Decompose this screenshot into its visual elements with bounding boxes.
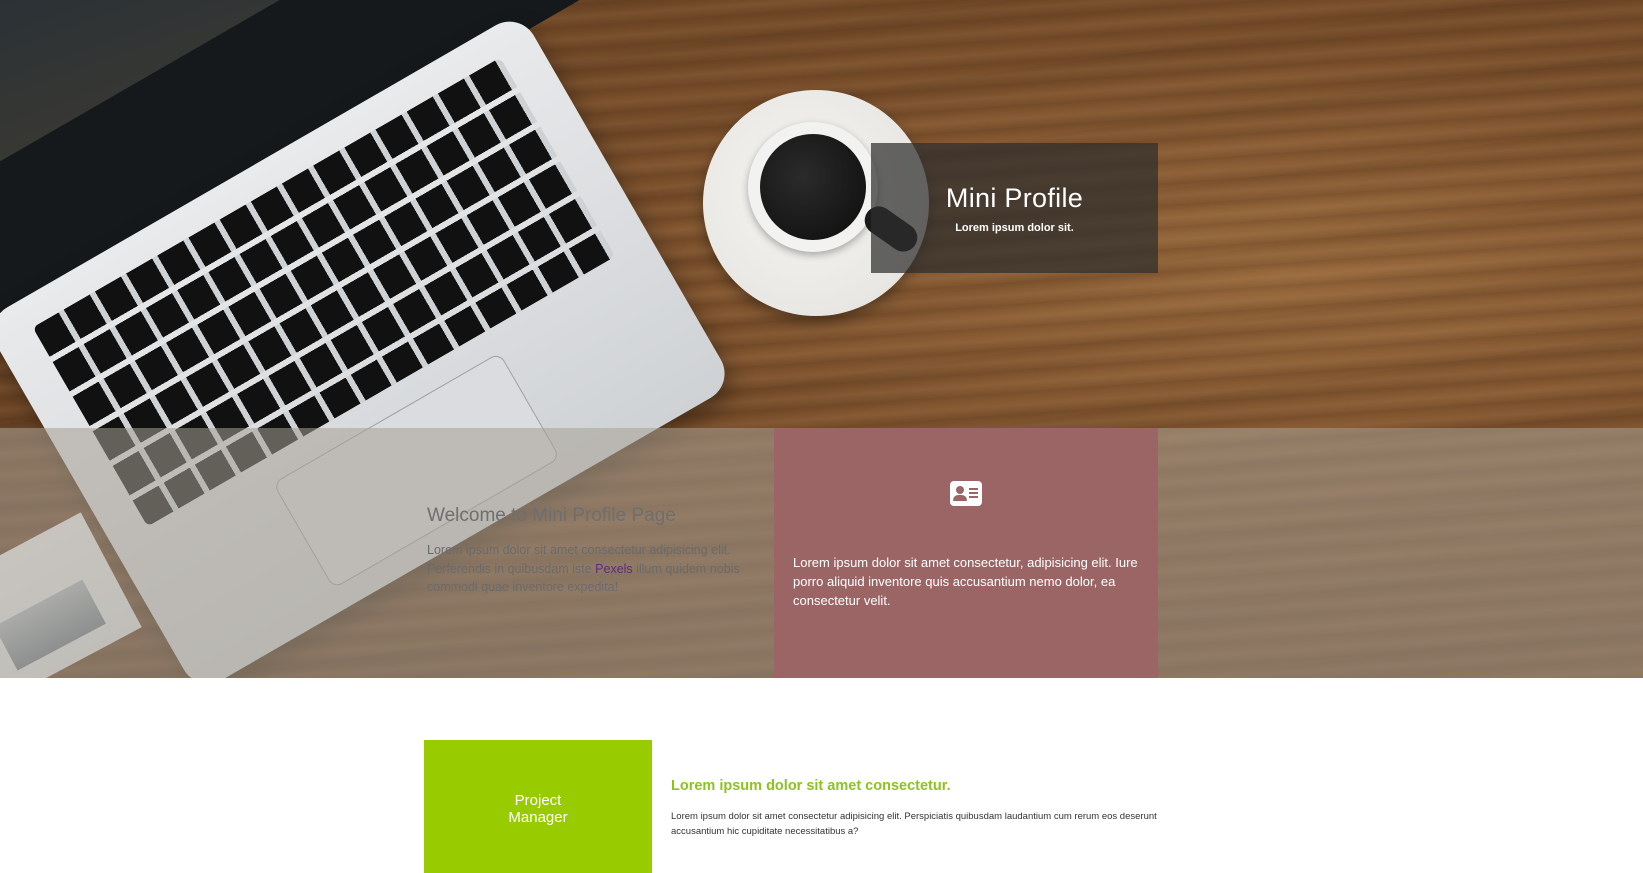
- welcome-heading: Welcome to Mini Profile Page: [427, 505, 676, 526]
- info-card-text: Lorem ipsum dolor sit amet consectetur, …: [793, 555, 1138, 608]
- coffee-liquid: [760, 134, 866, 240]
- role-line-2: Manager: [508, 809, 568, 826]
- welcome-text: Lorem ipsum dolor sit amet consectetur a…: [427, 541, 767, 597]
- page-title: Mini Profile: [945, 183, 1084, 213]
- profile-title-box: Mini Profile Lorem ipsum dolor sit.: [871, 143, 1158, 273]
- id-card-icon: [950, 481, 982, 506]
- welcome-section: Welcome to Mini Profile Page Lorem ipsum…: [427, 505, 767, 597]
- role-label: Project Manager: [424, 792, 652, 826]
- intro-text: Lorem ipsum dolor sit amet consectetur a…: [671, 811, 1157, 837]
- intro-heading: Lorem ipsum dolor sit amet consectetur.: [671, 778, 951, 794]
- role-line-1: Project: [514, 792, 562, 809]
- pexels-link[interactable]: Pexels: [595, 562, 633, 576]
- page-subtitle: Lorem ipsum dolor sit.: [955, 222, 1074, 234]
- info-card: Lorem ipsum dolor sit amet consectetur, …: [774, 428, 1158, 678]
- intro-section: Lorem ipsum dolor sit amet consectetur. …: [671, 778, 1171, 839]
- role-box: Project Manager: [424, 740, 652, 873]
